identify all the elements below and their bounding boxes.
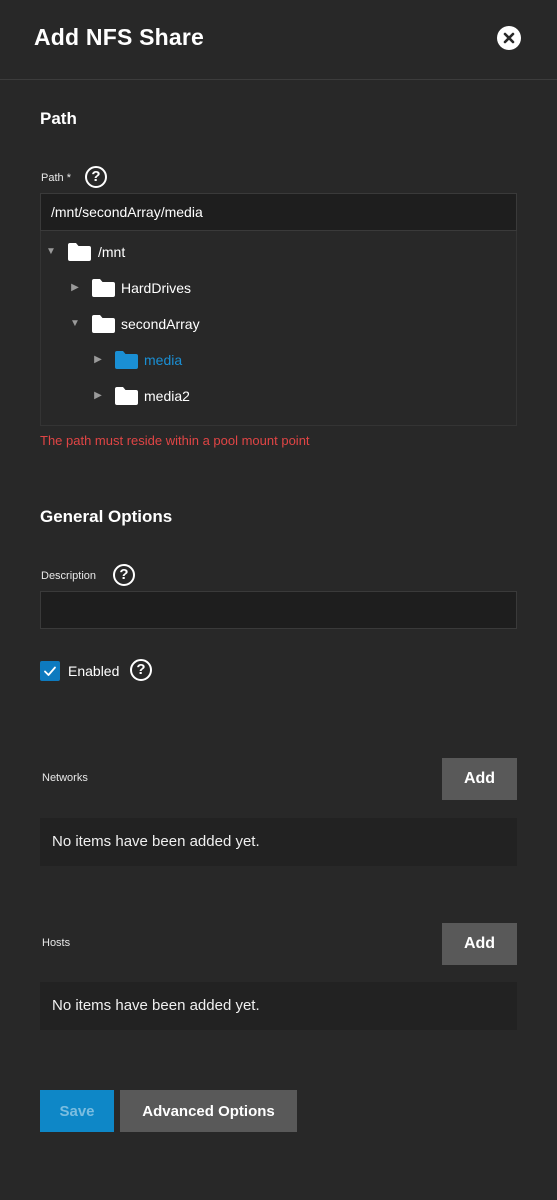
enabled-checkbox[interactable] xyxy=(40,661,60,681)
networks-label: Networks xyxy=(42,772,88,784)
close-button[interactable] xyxy=(497,26,521,50)
advanced-options-button[interactable]: Advanced Options xyxy=(120,1090,297,1132)
add-host-button[interactable]: Add xyxy=(442,923,517,965)
path-label-text: Path xyxy=(41,172,64,184)
folder-icon xyxy=(92,315,115,333)
enabled-label: Enabled xyxy=(68,663,120,679)
folder-icon xyxy=(68,243,91,261)
tree-node-harddrives[interactable]: ▶ HardDrives xyxy=(41,277,516,301)
hosts-empty-message: No items have been added yet. xyxy=(52,997,260,1014)
expand-icon[interactable]: ▶ xyxy=(69,282,81,293)
tree-node-mnt[interactable]: ▼ /mnt xyxy=(41,241,516,265)
description-help-icon[interactable]: ? xyxy=(113,564,135,586)
tree-node-secondarray[interactable]: ▼ secondArray xyxy=(41,313,516,337)
add-network-button[interactable]: Add xyxy=(442,758,517,800)
tree-node-media[interactable]: ▶ media xyxy=(41,349,516,373)
enabled-help-icon[interactable]: ? xyxy=(130,659,152,681)
tree-node-label: /mnt xyxy=(98,244,126,260)
path-error-message: The path must reside within a pool mount… xyxy=(40,433,310,448)
description-input[interactable] xyxy=(40,591,517,629)
tree-node-media2[interactable]: ▶ media2 xyxy=(41,385,516,409)
path-input[interactable] xyxy=(40,193,517,231)
dialog-header: Add NFS Share xyxy=(0,0,557,80)
tree-node-label: secondArray xyxy=(121,316,200,332)
save-button[interactable]: Save xyxy=(40,1090,114,1132)
tree-node-label: media xyxy=(144,352,183,368)
networks-empty-message: No items have been added yet. xyxy=(52,833,260,850)
checkmark-icon xyxy=(44,666,56,676)
expand-icon[interactable]: ▶ xyxy=(92,390,104,401)
expand-icon[interactable]: ▶ xyxy=(92,354,104,365)
networks-list: No items have been added yet. xyxy=(40,818,517,866)
hosts-label: Hosts xyxy=(42,937,71,949)
path-section-title: Path xyxy=(40,109,77,128)
path-tree: ▼ /mnt ▶ HardDrives ▼ secondArray ▶ medi… xyxy=(40,231,517,426)
description-label: Description xyxy=(41,570,97,582)
collapse-icon[interactable]: ▼ xyxy=(69,318,81,329)
close-icon xyxy=(503,32,515,44)
path-help-icon[interactable]: ? xyxy=(85,166,107,188)
hosts-list: No items have been added yet. xyxy=(40,982,517,1030)
path-label: Path * xyxy=(41,172,71,184)
tree-node-label: media2 xyxy=(144,388,190,404)
tree-node-label: HardDrives xyxy=(121,280,192,296)
collapse-icon[interactable]: ▼ xyxy=(45,246,57,257)
folder-icon xyxy=(115,351,138,369)
required-mark: * xyxy=(66,172,71,184)
general-options-title: General Options xyxy=(40,507,173,526)
folder-icon xyxy=(115,387,138,405)
folder-icon xyxy=(92,279,115,297)
dialog-title: Add NFS Share xyxy=(34,24,205,50)
